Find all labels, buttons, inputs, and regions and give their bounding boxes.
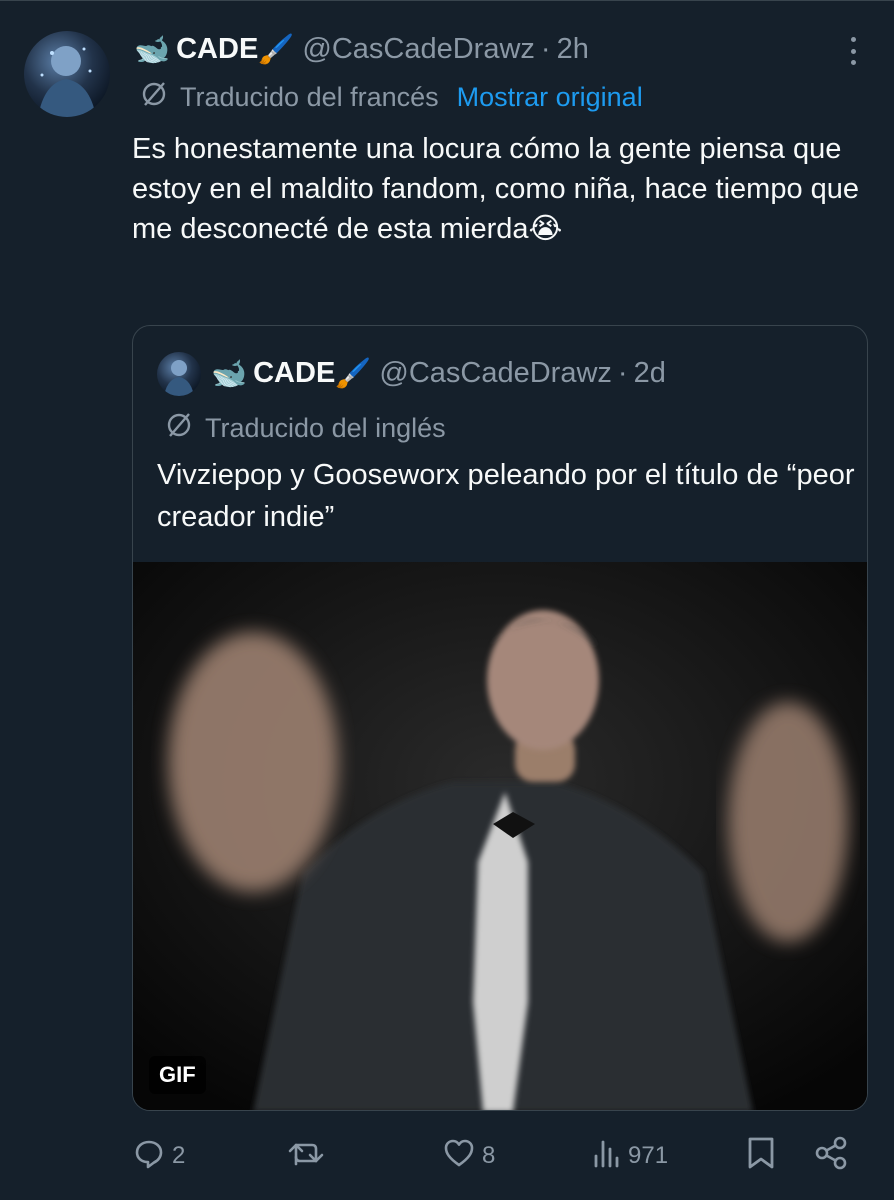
views-button[interactable]: 971: [592, 1131, 668, 1181]
whale-emoji: 🐋: [211, 355, 248, 390]
quote-avatar: [157, 352, 201, 396]
quote-timestamp: 2d: [633, 356, 666, 389]
quote-header: 🐋 CADE 🖌️ @CasCadeDrawz · 2d: [211, 350, 666, 396]
action-bar: 2 8 971: [132, 1131, 852, 1181]
like-button[interactable]: 8: [442, 1131, 495, 1181]
tweet-text: Es honestamente una locura cómo la gente…: [132, 133, 860, 245]
bookmark-icon: [744, 1135, 778, 1178]
whale-emoji: 🐋: [134, 31, 171, 66]
bookmark-button[interactable]: [744, 1131, 778, 1181]
handle[interactable]: @CasCadeDrawz: [302, 33, 535, 66]
like-icon: [442, 1136, 476, 1177]
paintbrush-emoji: 🖌️: [335, 355, 372, 390]
translation-label: Traducido del francés: [180, 81, 439, 112]
views-count: 971: [628, 1142, 669, 1169]
views-icon: [592, 1136, 622, 1177]
more-icon[interactable]: [850, 37, 856, 65]
translate-icon: [165, 411, 193, 446]
quoted-tweet[interactable]: 🐋 CADE 🖌️ @CasCadeDrawz · 2d Traducido d…: [132, 325, 868, 1111]
timestamp[interactable]: 2h: [557, 33, 589, 66]
show-original-link[interactable]: Mostrar original: [457, 82, 643, 113]
quote-handle: @CasCadeDrawz: [379, 356, 612, 389]
gif-media[interactable]: GIF: [133, 562, 867, 1110]
quote-translation-label: Traducido del inglés: [205, 412, 446, 443]
paintbrush-emoji: 🖌️: [258, 31, 295, 66]
quote-display-name: CADE: [253, 356, 336, 389]
repost-button[interactable]: [286, 1131, 332, 1181]
translation-row: Traducido del francés Mostrar original: [140, 77, 643, 117]
avatar[interactable]: [24, 31, 110, 117]
share-icon: [814, 1135, 850, 1178]
tweet: 🐋 CADE 🖌️ @CasCadeDrawz · 2h Traducido d…: [0, 0, 894, 1200]
repost-icon: [286, 1136, 326, 1177]
separator-dot: ·: [540, 32, 551, 65]
like-count: 8: [482, 1142, 496, 1169]
gif-badge: GIF: [149, 1056, 206, 1094]
tweet-header: 🐋 CADE 🖌️ @CasCadeDrawz · 2h: [134, 27, 589, 71]
translate-icon: [140, 80, 168, 115]
reply-button[interactable]: 2: [132, 1131, 185, 1181]
separator-dot: ·: [617, 356, 628, 389]
quote-text: Vivziepop y Gooseworx peleando por el tí…: [157, 459, 855, 533]
share-button[interactable]: [814, 1131, 850, 1181]
quote-translation-row: Traducido del inglés: [165, 408, 446, 448]
display-name[interactable]: CADE: [176, 33, 258, 66]
reply-count: 2: [172, 1142, 186, 1169]
reply-icon: [132, 1136, 166, 1177]
